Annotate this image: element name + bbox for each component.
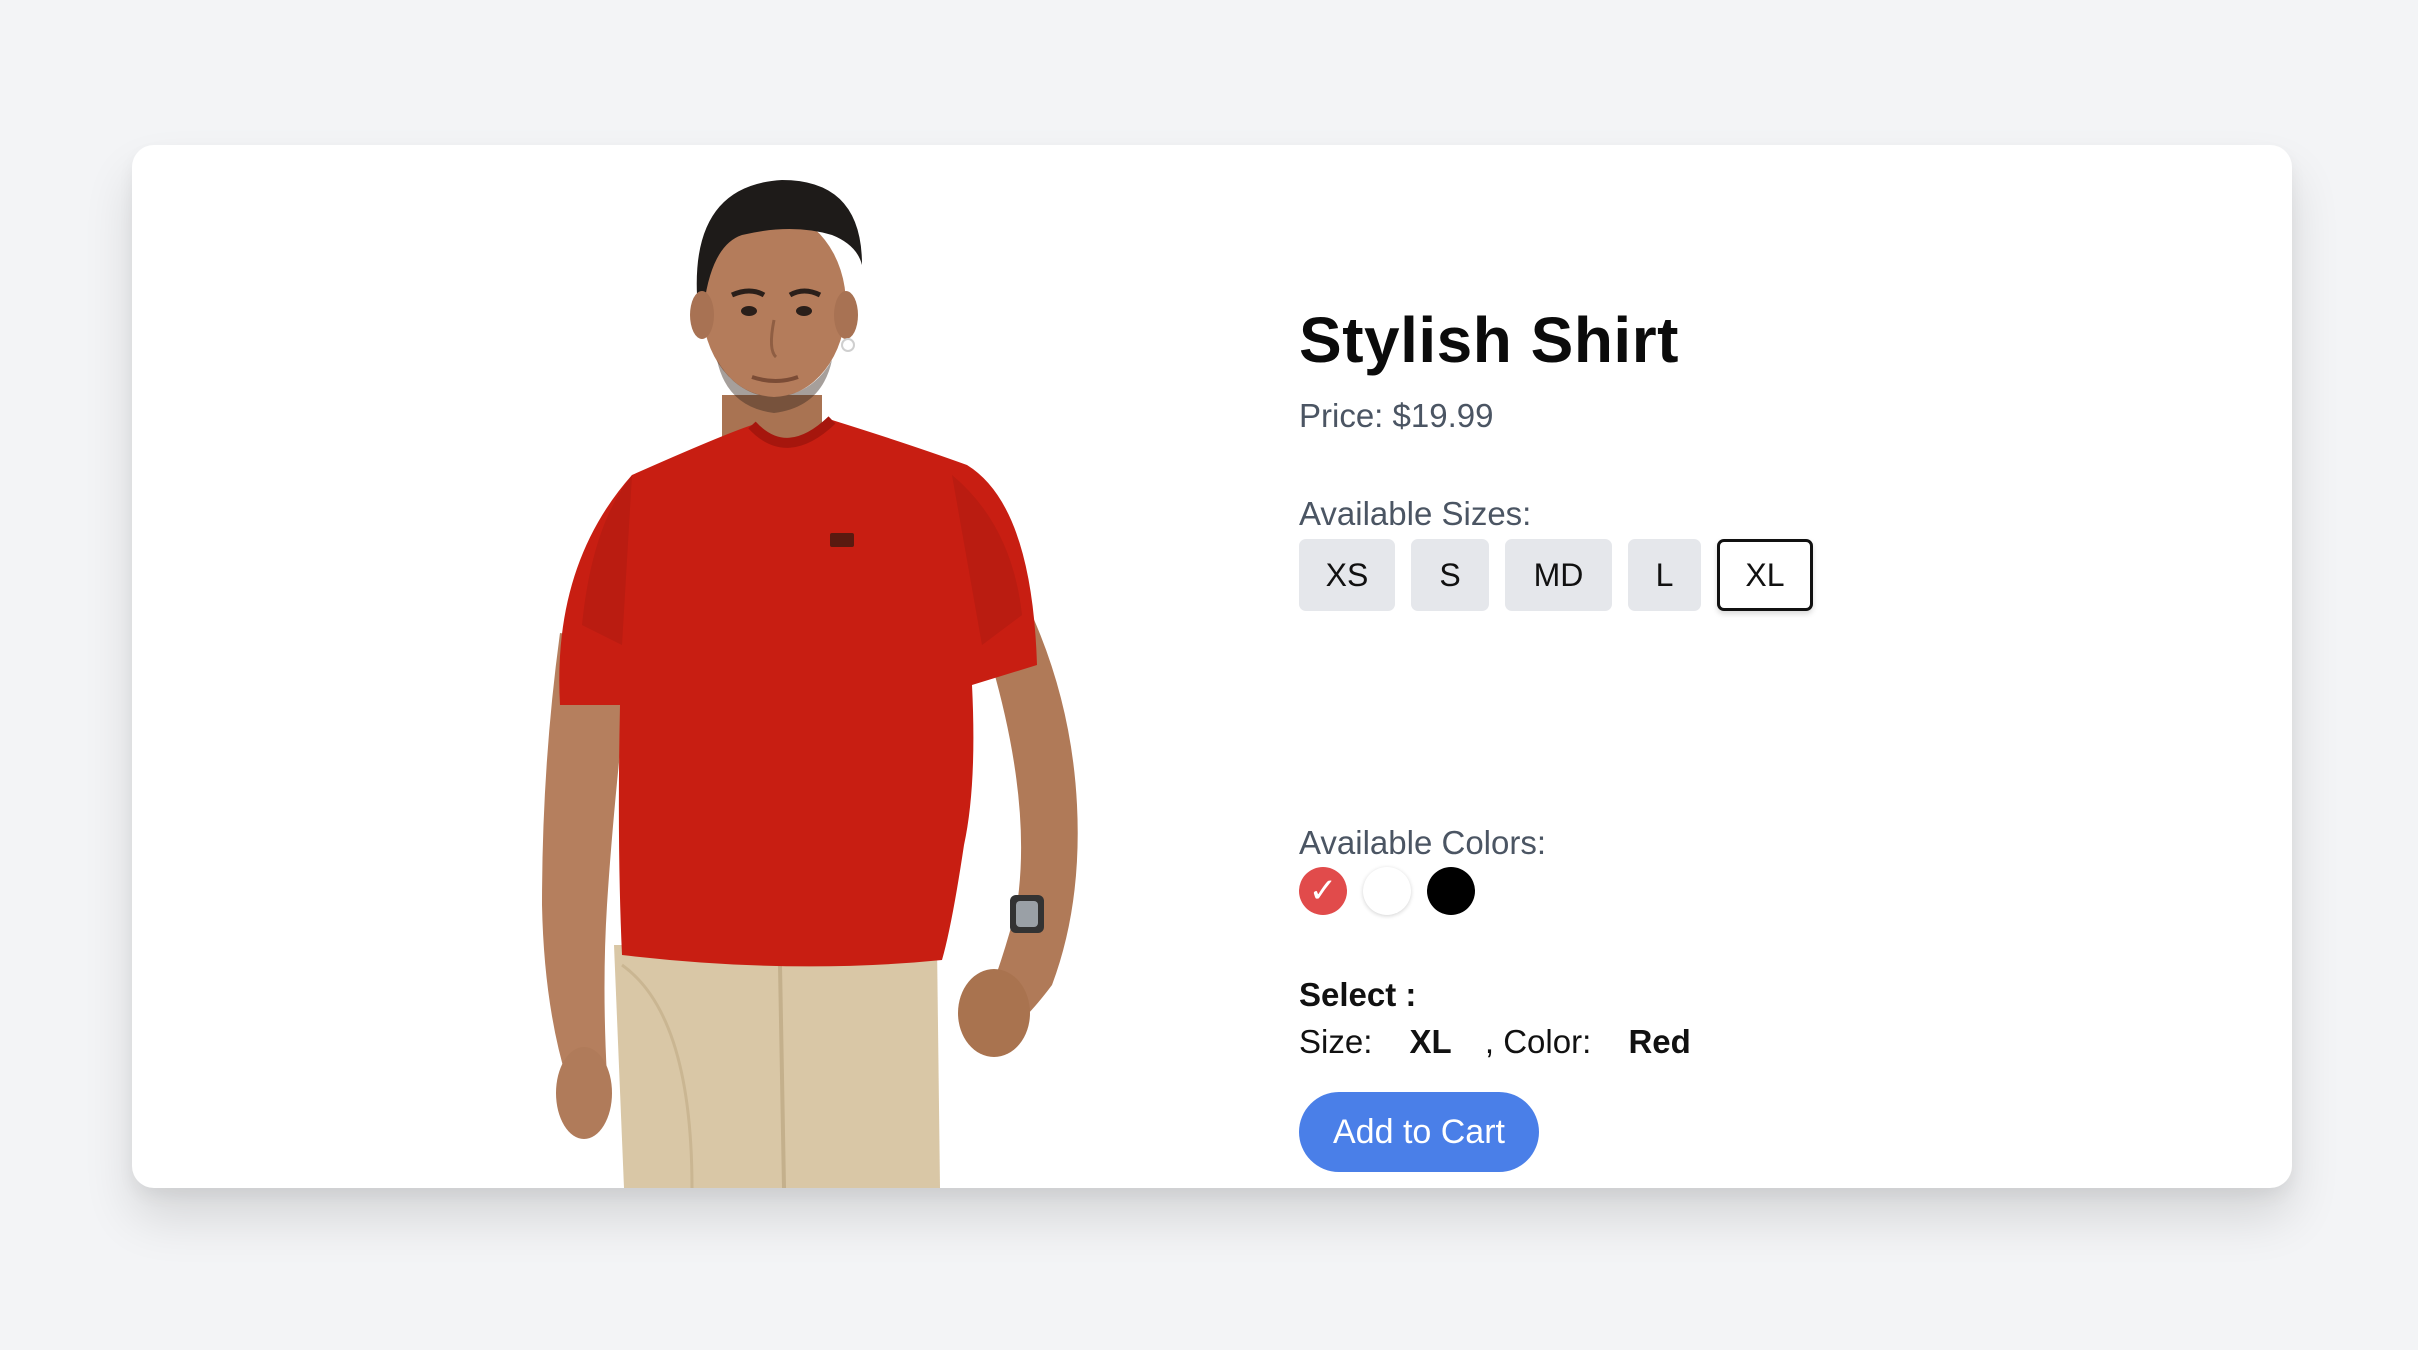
size-option-l[interactable]: L <box>1628 539 1701 611</box>
color-swatch-white[interactable] <box>1363 867 1411 915</box>
add-to-cart-button[interactable]: Add to Cart <box>1299 1092 1539 1172</box>
color-swatch-black[interactable] <box>1427 867 1475 915</box>
color-swatch-red[interactable]: ✓ <box>1299 867 1347 915</box>
selected-size-value: XL <box>1409 1023 1452 1060</box>
colors-label: Available Colors: <box>1299 824 1547 861</box>
color-options: ✓ <box>1299 867 1475 915</box>
product-image <box>542 180 1078 1188</box>
selection-heading: Select : <box>1299 976 1417 1013</box>
selected-color-value: Red <box>1628 1023 1691 1060</box>
size-option-md[interactable]: MD <box>1505 539 1612 611</box>
selection-summary: Size: XL , Color: Red <box>1299 1023 1691 1061</box>
size-option-xs[interactable]: XS <box>1299 539 1395 611</box>
checkmark-icon: ✓ <box>1308 872 1338 910</box>
selected-size-label: Size: <box>1299 1023 1373 1060</box>
product-details: Stylish Shirt Price: $19.99 Available Si… <box>1299 145 2199 1188</box>
product-price: Price: $19.99 <box>1299 397 1494 434</box>
size-option-xl[interactable]: XL <box>1717 539 1813 611</box>
sizes-label: Available Sizes: <box>1299 495 1532 532</box>
size-option-s[interactable]: S <box>1411 539 1489 611</box>
selected-color-label: , Color: <box>1484 1023 1592 1060</box>
product-title: Stylish Shirt <box>1299 304 1679 376</box>
product-card: Stylish Shirt Price: $19.99 Available Si… <box>132 145 2292 1188</box>
size-options: XS S MD L XL <box>1299 539 1813 611</box>
